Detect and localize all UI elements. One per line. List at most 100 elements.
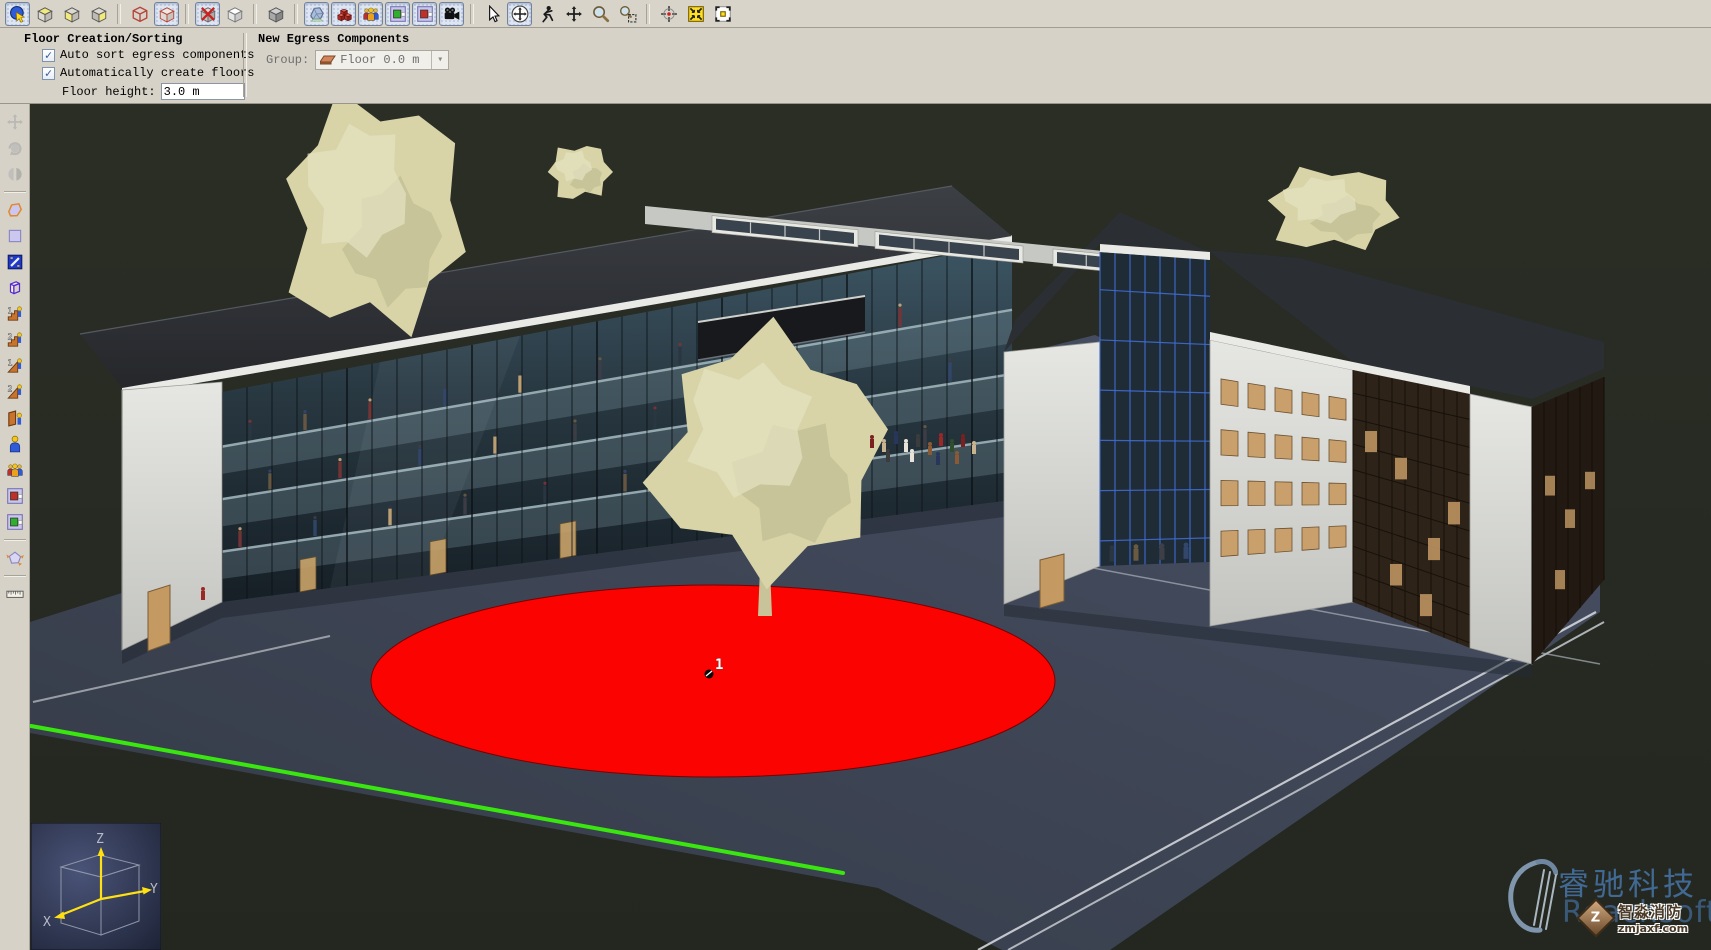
four-way-arrow-icon xyxy=(565,5,583,23)
wall-tool[interactable] xyxy=(3,250,27,274)
closed-room-tool[interactable] xyxy=(3,484,27,508)
toolbar-separator xyxy=(470,4,474,24)
group-tool[interactable] xyxy=(3,458,27,482)
show-occupants[interactable] xyxy=(358,2,383,26)
ramp-1-icon: 1 xyxy=(6,357,24,375)
center-view-tool[interactable] xyxy=(656,2,681,26)
door-person-icon xyxy=(6,409,24,427)
floor-height-label: Floor height: xyxy=(62,85,156,99)
scene-canvas: 1 xyxy=(30,104,1711,950)
auto-sort-checkbox-row[interactable]: ✓ Auto sort egress components xyxy=(42,48,254,62)
svg-text:1: 1 xyxy=(7,358,12,367)
zoom-box-tool[interactable] xyxy=(615,2,640,26)
egress-group-select[interactable]: Floor 0.0 m ▾ xyxy=(315,50,449,70)
paint-face-side[interactable] xyxy=(86,2,111,26)
stairs-2-icon: 2 xyxy=(6,331,24,349)
zoom-to-fit[interactable] xyxy=(683,2,708,26)
rotate-tool[interactable] xyxy=(3,136,27,160)
auto-sort-checkbox[interactable]: ✓ xyxy=(42,49,55,62)
cube-white-icon xyxy=(226,5,244,23)
stairs-two-point-tool[interactable]: 2 xyxy=(3,328,27,352)
solid-wireframe-view[interactable] xyxy=(154,2,179,26)
auto-sort-label: Auto sort egress components xyxy=(60,48,254,62)
crosshair-icon xyxy=(660,5,678,23)
toolbar-separator xyxy=(185,4,189,24)
wall-icon xyxy=(6,253,24,271)
ruler-icon xyxy=(6,585,24,603)
auto-create-floors-checkbox[interactable]: ✓ xyxy=(42,67,55,80)
orientation-axes-widget[interactable]: Z Y X xyxy=(31,823,161,950)
auto-create-floors-checkbox-row[interactable]: ✓ Automatically create floors xyxy=(42,66,254,80)
ramp-one-point-tool[interactable]: 1 xyxy=(3,354,27,378)
obstruction-tool[interactable] xyxy=(3,276,27,300)
toolbar-separator xyxy=(253,4,257,24)
paint-face-front[interactable] xyxy=(59,2,84,26)
toolbar-separator xyxy=(646,4,650,24)
wireframe-cube-icon xyxy=(131,5,149,23)
rotate-gray-icon xyxy=(6,139,24,157)
ramp-two-point-tool[interactable]: 2 xyxy=(3,380,27,404)
room-green-icon xyxy=(6,513,24,531)
cull-faces[interactable] xyxy=(195,2,220,26)
show-obstructions[interactable] xyxy=(331,2,356,26)
svg-text:2: 2 xyxy=(7,384,12,393)
show-open-rooms[interactable] xyxy=(385,2,410,26)
exit-door-tool[interactable] xyxy=(3,406,27,430)
people-group-icon xyxy=(6,461,24,479)
floor-icon xyxy=(320,54,336,66)
zoom-tool[interactable] xyxy=(588,2,613,26)
show-imported-geometry[interactable] xyxy=(304,2,329,26)
x-axis-label: X xyxy=(43,915,51,930)
occupant-marker-label: 1 xyxy=(715,657,723,673)
cube-gray-icon xyxy=(267,5,285,23)
smooth-shading[interactable] xyxy=(222,2,247,26)
walk-tool[interactable] xyxy=(534,2,559,26)
move-tool[interactable] xyxy=(3,110,27,134)
mirror-tool[interactable] xyxy=(3,162,27,186)
room-red-icon xyxy=(416,5,434,23)
rectangle-room-tool[interactable] xyxy=(3,224,27,248)
zoom-to-selection[interactable] xyxy=(710,2,735,26)
room-red-icon xyxy=(6,487,24,505)
edit-polygon-icon xyxy=(6,549,24,567)
egress-group-value: Floor 0.0 m xyxy=(340,53,431,67)
camera-icon xyxy=(443,5,461,23)
person-icon xyxy=(6,435,24,453)
floor-creation-title: Floor Creation/Sorting xyxy=(24,32,182,46)
y-axis-label: Y xyxy=(150,882,158,897)
polygon-room-tool[interactable] xyxy=(3,198,27,222)
new-egress-components-panel: New Egress Components Group: Floor 0.0 m… xyxy=(252,28,552,104)
occupant-tool[interactable] xyxy=(3,432,27,456)
toolbar-separator xyxy=(117,4,121,24)
move-gray-icon xyxy=(6,113,24,131)
paint-face-top[interactable] xyxy=(32,2,57,26)
open-room-tool[interactable] xyxy=(3,510,27,534)
red-blocks-icon xyxy=(335,5,353,23)
cube-face-front-icon xyxy=(63,5,81,23)
orbit-tool[interactable] xyxy=(507,2,532,26)
zoom-selection-icon xyxy=(714,5,732,23)
select-tool[interactable] xyxy=(480,2,505,26)
select-objects-mode[interactable] xyxy=(5,2,30,26)
toolbar-separator xyxy=(4,539,26,541)
panel-separator xyxy=(243,33,247,97)
magnifier-icon xyxy=(592,5,610,23)
toolbar-separator xyxy=(4,575,26,577)
show-cameras[interactable] xyxy=(439,2,464,26)
solid-wireframe-cube-icon xyxy=(158,5,176,23)
flat-shading[interactable] xyxy=(263,2,288,26)
options-panel-bar: Floor Creation/Sorting ✓ Auto sort egres… xyxy=(0,28,1711,104)
pan-tool[interactable] xyxy=(561,2,586,26)
floor-height-input[interactable] xyxy=(161,83,245,100)
3d-viewport[interactable]: 1 Z xyxy=(30,104,1711,950)
auto-create-floors-label: Automatically create floors xyxy=(60,66,254,80)
svg-text:2: 2 xyxy=(7,332,12,341)
dropdown-arrow-icon: ▾ xyxy=(431,51,448,69)
stairs-one-point-tool[interactable]: 1 xyxy=(3,302,27,326)
edit-vertices-tool[interactable] xyxy=(3,546,27,570)
red-egress-region[interactable] xyxy=(371,585,1055,777)
measure-tool[interactable] xyxy=(3,582,27,606)
show-closed-rooms[interactable] xyxy=(412,2,437,26)
wireframe-view[interactable] xyxy=(127,2,152,26)
toolbar-separator xyxy=(294,4,298,24)
